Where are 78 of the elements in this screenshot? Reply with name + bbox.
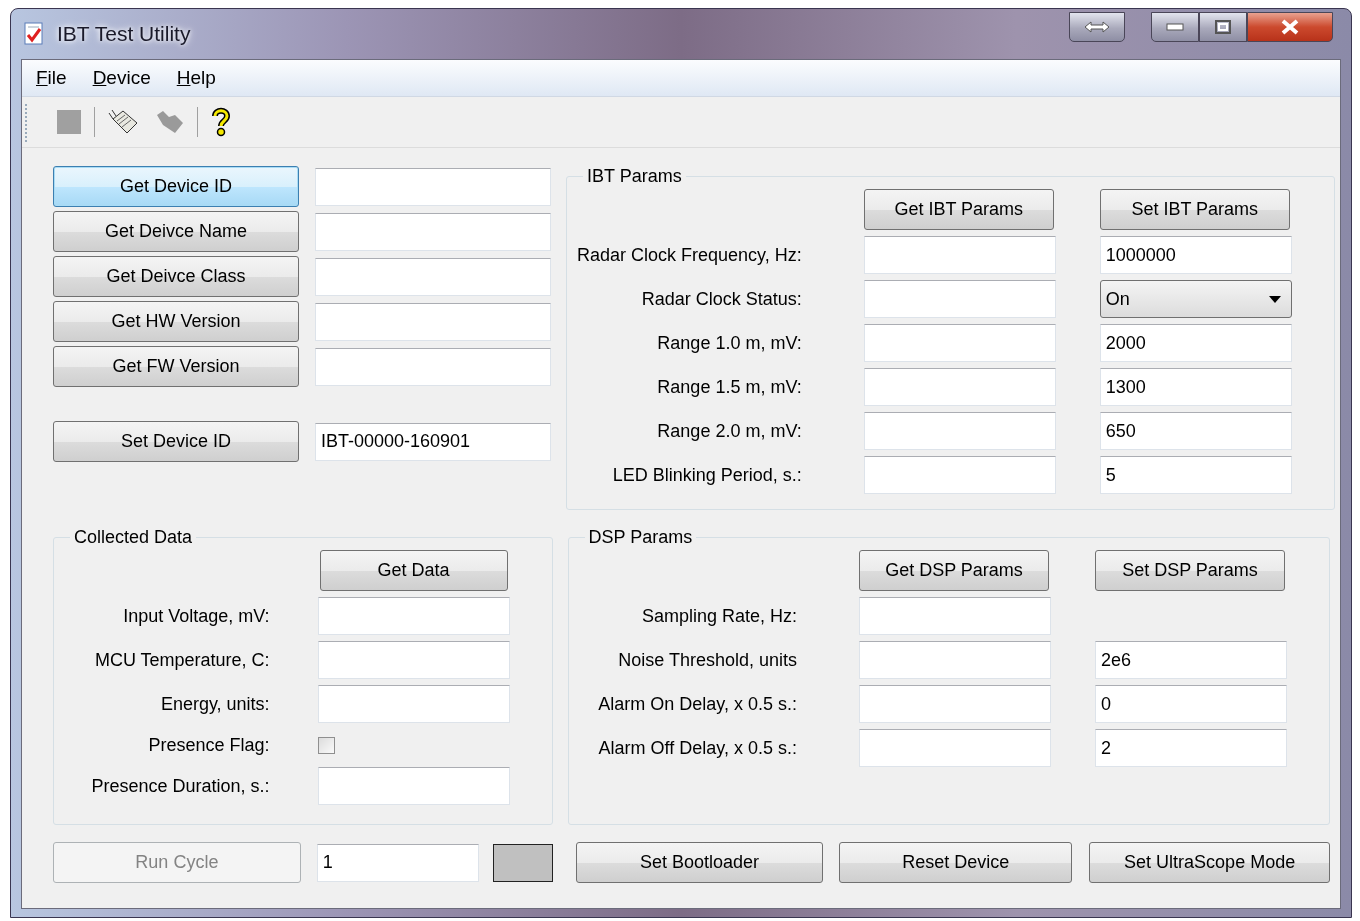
read-field[interactable] (317, 685, 510, 723)
menu-item[interactable]: File (36, 67, 67, 89)
read-field[interactable] (317, 597, 510, 635)
command-button[interactable]: Get Deivce Class (53, 256, 299, 297)
field-label: Radar Clock Frequency, Hz: (577, 244, 803, 266)
read-field[interactable] (863, 456, 1056, 494)
field-label: Presence Flag: (147, 734, 271, 756)
action-button[interactable]: Set Bootloader (575, 842, 824, 883)
window-title: IBT Test Utility (57, 22, 191, 46)
value-field[interactable]: 0 (1095, 685, 1287, 723)
caret-icon (1268, 295, 1281, 303)
menu-item[interactable]: Help (176, 67, 216, 89)
field-label: Alarm On Delay, x 0.5 s.: (597, 693, 798, 715)
command-button[interactable]: Get FW Version (53, 346, 299, 387)
close-icon (1280, 19, 1300, 35)
value-field[interactable]: 1300 (1099, 368, 1292, 406)
menu-item[interactable]: Device (92, 67, 151, 89)
field-label: Range 1.0 m, mV: (656, 332, 803, 354)
field-label: Range 2.0 m, mV: (656, 420, 803, 442)
field-label: Radar Clock Status: (640, 288, 803, 310)
get-params-button[interactable]: Get DSP Params (859, 550, 1049, 591)
command-button[interactable]: Get Deivce Name (53, 211, 299, 252)
value-field[interactable]: 5 (1099, 456, 1292, 494)
set-params-button[interactable]: Set DSP Params (1095, 550, 1285, 591)
command-button[interactable]: Get Device ID (53, 166, 299, 207)
minimize-icon (1166, 23, 1184, 31)
text-field[interactable] (315, 167, 551, 206)
read-field[interactable] (859, 641, 1051, 679)
read-field[interactable] (859, 597, 1051, 635)
cycle-count-field[interactable]: 1 (316, 843, 479, 882)
dropdown[interactable]: On (1099, 280, 1292, 318)
set-device-id-button[interactable]: Set Device ID (53, 421, 299, 462)
read-field[interactable] (863, 368, 1056, 406)
maximize-button[interactable] (1199, 12, 1247, 42)
get-data-button[interactable]: Get Data (319, 550, 508, 591)
value-field[interactable]: 650 (1099, 412, 1292, 450)
command-button[interactable]: Get HW Version (53, 301, 299, 342)
field-label: Energy, units: (159, 693, 271, 715)
field-label: Presence Duration, s.: (90, 775, 271, 797)
resize-button[interactable] (1069, 12, 1125, 42)
field-label: Input Voltage, mV: (122, 605, 271, 627)
device-id-field[interactable]: IBT-00000-160901 (315, 422, 551, 461)
action-button[interactable]: Set UltraScope Mode (1089, 842, 1330, 883)
checkbox[interactable] (317, 736, 335, 754)
field-label: MCU Temperature, C: (93, 649, 271, 671)
read-field[interactable] (317, 767, 510, 805)
field-label: LED Blinking Period, s.: (611, 464, 803, 486)
minimize-button[interactable] (1151, 12, 1199, 42)
field-label: Alarm Off Delay, x 0.5 s.: (597, 737, 798, 759)
read-field[interactable] (863, 412, 1056, 450)
text-field[interactable] (315, 257, 551, 296)
maximize-icon (1215, 20, 1231, 34)
read-field[interactable] (863, 280, 1056, 318)
value-field[interactable]: 2e6 (1095, 641, 1287, 679)
field-label: Noise Threshold, units (617, 649, 798, 671)
value-field[interactable]: 2 (1095, 729, 1287, 767)
text-field[interactable] (315, 212, 551, 251)
close-button[interactable] (1247, 12, 1333, 42)
read-field[interactable] (863, 236, 1056, 274)
read-field[interactable] (317, 641, 510, 679)
text-field[interactable] (315, 302, 551, 341)
read-field[interactable] (859, 729, 1051, 767)
double-arrow-icon (1084, 21, 1110, 33)
read-field[interactable] (859, 685, 1051, 723)
checklist-icon (23, 22, 45, 46)
value-field[interactable]: 1000000 (1099, 236, 1292, 274)
read-field[interactable] (863, 324, 1056, 362)
get-params-button[interactable]: Get IBT Params (863, 189, 1054, 230)
field-label: Sampling Rate, Hz: (640, 605, 798, 627)
group-title: DSP Params (587, 527, 694, 548)
group-title: IBT Params (586, 166, 683, 187)
field-label: Range 1.5 m, mV: (656, 376, 803, 398)
action-button[interactable]: Reset Device (839, 842, 1073, 883)
set-params-button[interactable]: Set IBT Params (1099, 189, 1290, 230)
group-title: Collected Data (73, 527, 194, 548)
text-field[interactable] (315, 347, 551, 386)
value-field[interactable]: 2000 (1099, 324, 1292, 362)
help-icon[interactable] (210, 107, 232, 137)
